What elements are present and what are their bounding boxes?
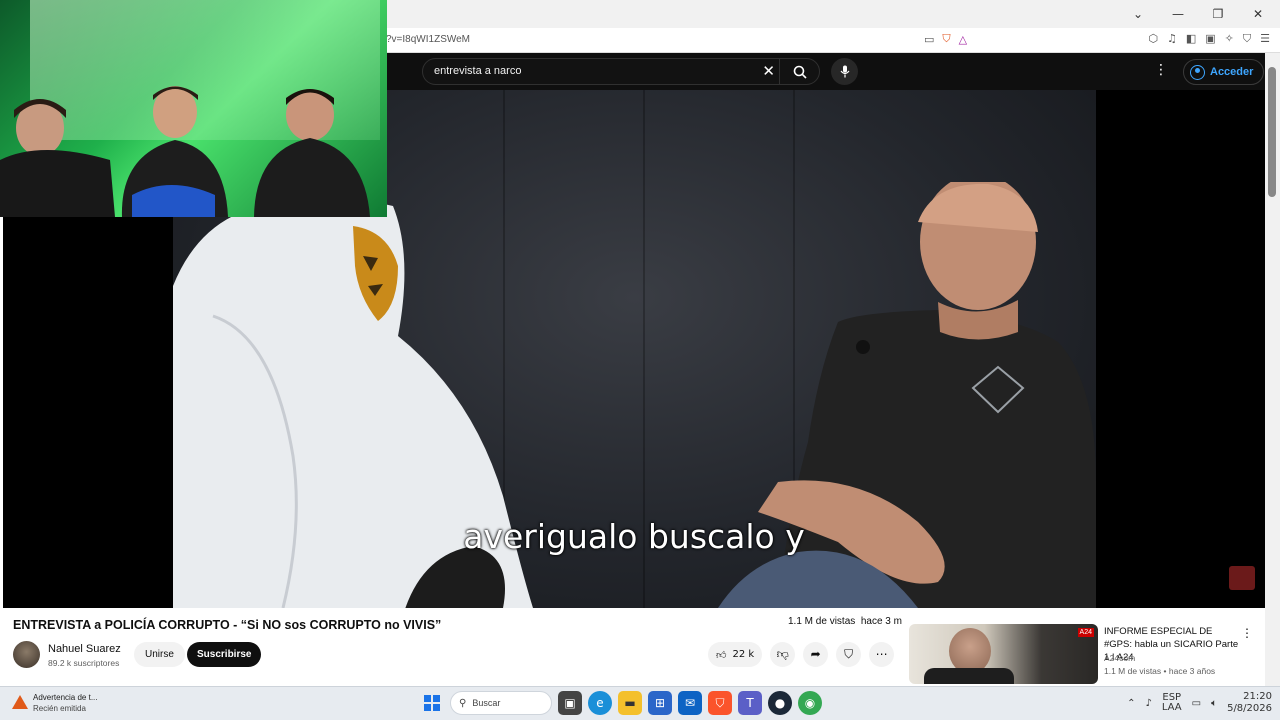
reactors-image (0, 86, 370, 217)
language-indicator[interactable]: ESP LAA (1162, 693, 1182, 713)
screen: ⌄ — ❐ ✕ ?v=I8qWI1ZSWeM ▭ ⛉ △ ⬡ ♫ ◧ ▣ ✧ ⛉… (0, 0, 1280, 720)
network-icon[interactable]: ▭ (1192, 698, 1201, 709)
channel-avatar[interactable] (13, 641, 40, 668)
url-text[interactable]: ?v=I8qWI1ZSWeM (386, 34, 470, 45)
like-button[interactable]: 👍︎ 22 k (708, 642, 763, 667)
teams-icon[interactable]: T (738, 691, 762, 715)
signin-label: Acceder (1210, 66, 1254, 78)
thumbs-up-icon: 👍︎ (716, 649, 727, 661)
search-icon (793, 65, 807, 79)
store-icon[interactable]: ⊞ (648, 691, 672, 715)
leo-icon[interactable]: ✧ (1225, 32, 1234, 46)
microphone-tray-icon[interactable]: ♪ (1145, 698, 1151, 709)
chrome-icon[interactable]: ◉ (798, 691, 822, 715)
sidebar-icon[interactable]: ◧ (1186, 32, 1196, 46)
brave-rewards-icon[interactable]: △ (959, 33, 967, 46)
join-button[interactable]: Unirse (134, 642, 185, 667)
video-title: ENTREVISTA a POLICÍA CORRUPTO - “Si NO s… (13, 618, 442, 632)
outlook-icon[interactable]: ✉ (678, 691, 702, 715)
channel-watermark-icon[interactable] (1229, 566, 1255, 590)
share-button[interactable]: ➦ (803, 642, 829, 667)
clock-date: 5/8/2026 (1227, 703, 1272, 714)
task-view-icon[interactable]: ▣ (558, 691, 582, 715)
window-controls: ⌄ — ❐ ✕ (1124, 0, 1272, 28)
recommendation-menu-icon[interactable]: ⋮ (1241, 626, 1253, 640)
video-info-panel: ENTREVISTA a POLICÍA CORRUPTO - “Si NO s… (0, 608, 1265, 686)
volume-icon[interactable]: 🔈︎ (1211, 698, 1217, 709)
search-icon: ⚲ (459, 697, 467, 709)
clock[interactable]: 21:20 5/8/2026 (1227, 691, 1272, 715)
video-actions: 👍︎ 22 k 👎︎ ➦ ⛉ ⋯ (708, 642, 895, 667)
subscribe-button[interactable]: Suscribirse (187, 642, 262, 667)
wallet-icon[interactable]: ▣ (1205, 32, 1215, 46)
steam-icon[interactable]: ● (768, 691, 792, 715)
recommended-video-thumbnail[interactable]: A24 (909, 624, 1098, 684)
notification-subtitle: Recién emitida (33, 704, 86, 713)
page-scrollbar[interactable] (1265, 53, 1280, 687)
share-icon: ➦ (810, 647, 821, 661)
recommended-video-channel[interactable]: A24com (1104, 653, 1135, 663)
address-bar-icons: ▭ ⛉ △ (924, 32, 967, 46)
taskbar-apps: ⚲ Buscar ▣ e ▬ ⊞ ✉ ⛉ T ● ◉ (420, 691, 822, 715)
restore-icon[interactable]: ❐ (1204, 7, 1232, 21)
signin-button[interactable]: Acceder (1183, 59, 1265, 85)
taskbar: Advertencia de t... Recién emitida ⚲ Bus… (0, 686, 1280, 720)
microphone-icon (840, 65, 849, 78)
view-count: 1.1 M de vistas (788, 616, 856, 627)
extension-icons: ⬡ ♫ ◧ ▣ ✧ ⛉ ☰ (1148, 32, 1270, 46)
file-explorer-icon[interactable]: ▬ (618, 691, 642, 715)
clear-search-icon[interactable]: ✕ (762, 62, 775, 80)
subscriber-count: 89.2 k suscriptores (48, 658, 120, 668)
dislike-button[interactable]: 👎︎ (770, 642, 796, 667)
brave-icon[interactable]: ⛉ (708, 691, 732, 715)
video-subtitle: averigualo buscalo y (463, 517, 805, 556)
vpn-icon[interactable]: ⛉ (1243, 32, 1251, 46)
extensions-icon[interactable]: ⬡ (1148, 32, 1158, 46)
tab-list-icon[interactable]: ⌄ (1124, 7, 1152, 21)
thumbnail-logo: A24 (1077, 628, 1094, 637)
channel-name[interactable]: Nahuel Suarez (48, 643, 121, 655)
bookmark-icon: ⛉ (844, 647, 854, 661)
edge-icon[interactable]: e (588, 691, 612, 715)
menu-icon[interactable]: ☰ (1260, 32, 1270, 46)
video-meta: 1.1 M de vistas hace 3 m (788, 616, 902, 627)
recommended-video-meta: 1.1 M de vistas • hace 3 años (1104, 666, 1216, 676)
brave-shield-icon[interactable]: ⛉ (942, 32, 950, 46)
search-query[interactable]: entrevista a narco (434, 65, 521, 77)
minimize-icon[interactable]: — (1164, 7, 1192, 21)
clock-time: 21:20 (1243, 691, 1272, 702)
notification-title[interactable]: Advertencia de t... (33, 693, 97, 702)
start-button[interactable] (420, 691, 444, 715)
upload-age: hace 3 m (860, 616, 902, 627)
settings-menu-icon[interactable]: ⋮ (1154, 62, 1168, 78)
search-button[interactable] (779, 59, 819, 84)
more-dots-icon: ⋯ (875, 647, 888, 661)
thumbs-down-icon: 👎︎ (776, 647, 789, 661)
save-button[interactable]: ⛉ (836, 642, 862, 667)
voice-search-button[interactable] (831, 58, 858, 85)
media-icon[interactable]: ♫ (1167, 32, 1177, 46)
more-actions-button[interactable]: ⋯ (869, 642, 895, 667)
scrollbar-thumb[interactable] (1268, 67, 1276, 197)
user-icon (1190, 64, 1205, 80)
tray-overflow-icon[interactable]: ⌃ (1127, 698, 1135, 709)
warning-icon[interactable] (12, 695, 28, 709)
taskbar-search[interactable]: ⚲ Buscar (450, 691, 552, 715)
search-input[interactable]: entrevista a narco ✕ (422, 58, 820, 85)
keyboard-layout: LAA (1161, 702, 1182, 713)
close-icon[interactable]: ✕ (1244, 7, 1272, 21)
system-tray: ⌃ ♪ ESP LAA ▭ 🔈︎ 21:20 5/8/2026 (1127, 691, 1272, 715)
cast-icon[interactable]: ▭ (924, 33, 934, 46)
webcam-overlay (0, 0, 387, 217)
taskbar-search-placeholder: Buscar (472, 698, 501, 708)
like-count: 22 k (732, 649, 755, 660)
thumbnail-body (924, 668, 1014, 684)
